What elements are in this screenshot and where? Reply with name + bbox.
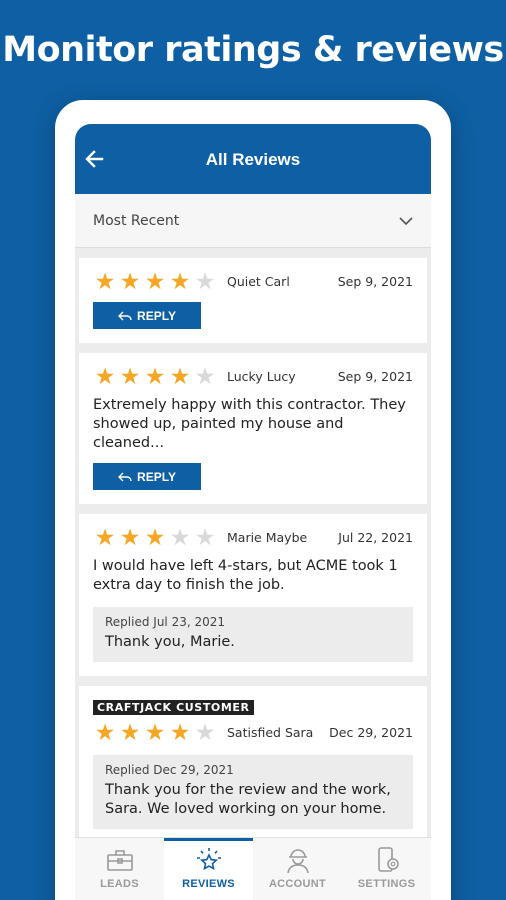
star-icon: ★ <box>169 719 191 745</box>
review-card: ★ ★ ★ ★ ★ Quiet Carl Sep 9, 2021 REPLY <box>79 258 427 343</box>
promo-title: Monitor ratings & reviews <box>2 30 504 70</box>
reply-button-label: REPLY <box>137 469 176 484</box>
sort-dropdown[interactable]: Most Recent <box>75 194 431 248</box>
star-icon: ★ <box>144 719 166 745</box>
star-icon: ★ <box>144 524 166 550</box>
owner-reply: Replied Dec 29, 2021 Thank you for the r… <box>93 755 413 829</box>
star-icon: ★ <box>119 719 141 745</box>
nav-label: LEADS <box>100 878 139 890</box>
app-bar: All Reviews <box>75 124 431 194</box>
nav-reviews[interactable]: REVIEWS <box>164 838 253 900</box>
nav-label: REVIEWS <box>182 878 235 890</box>
nav-label: SETTINGS <box>357 878 416 890</box>
reply-arrow-icon <box>118 472 132 481</box>
app-screen: All Reviews Most Recent ★ ★ ★ ★ ★ Quiet … <box>75 124 431 900</box>
star-icon: ★ <box>169 363 191 389</box>
review-date: Dec 29, 2021 <box>329 724 413 740</box>
worker-icon <box>286 849 309 874</box>
reviewer-name: Quiet Carl <box>227 273 290 289</box>
reviewer-name: Marie Maybe <box>227 529 308 545</box>
page-title: All Reviews <box>205 150 301 169</box>
star-empty-icon: ★ <box>194 268 216 294</box>
reply-date: Replied Jul 23, 2021 <box>105 615 226 629</box>
review-date: Jul 22, 2021 <box>338 529 413 545</box>
sort-selected-value: Most Recent <box>93 213 180 229</box>
star-icon: ★ <box>94 268 116 294</box>
toolbox-icon <box>106 850 133 871</box>
star-empty-icon: ★ <box>194 524 216 550</box>
reply-button[interactable]: REPLY <box>93 463 201 490</box>
star-icon: ★ <box>119 524 141 550</box>
star-icon: ★ <box>94 719 116 745</box>
bottom-nav: LEADS REVIEWS ACCOUNT SETTINGS <box>75 837 431 900</box>
star-icon: ★ <box>94 363 116 389</box>
review-date: Sep 9, 2021 <box>337 273 413 289</box>
star-icon: ★ <box>144 268 166 294</box>
nav-leads[interactable]: LEADS <box>75 838 164 900</box>
review-card: ★ ★ ★ ★ ★ Marie Maybe Jul 22, 2021 I wou… <box>79 514 427 676</box>
phone-gear-icon <box>377 847 399 872</box>
star-rating: ★ ★ ★ ★ ★ <box>93 719 217 745</box>
nav-account[interactable]: ACCOUNT <box>253 838 342 900</box>
star-empty-icon: ★ <box>169 524 191 550</box>
owner-reply: Replied Jul 23, 2021 Thank you, Marie. <box>93 607 413 662</box>
review-text: I would have left 4-stars, but ACME took… <box>93 558 398 593</box>
star-icon: ★ <box>144 363 166 389</box>
star-icon: ★ <box>119 268 141 294</box>
star-icon <box>196 848 221 871</box>
reply-text: Thank you for the review and the work, S… <box>105 782 391 817</box>
star-icon: ★ <box>119 363 141 389</box>
star-icon: ★ <box>169 268 191 294</box>
reply-button[interactable]: REPLY <box>93 302 201 329</box>
reply-arrow-icon <box>118 311 132 320</box>
chevron-down-icon <box>399 217 413 226</box>
nav-settings[interactable]: SETTINGS <box>342 838 431 900</box>
star-rating: ★ ★ ★ ★ ★ <box>93 363 217 389</box>
star-icon: ★ <box>94 524 116 550</box>
reply-date: Replied Dec 29, 2021 <box>105 763 234 777</box>
review-list: ★ ★ ★ ★ ★ Quiet Carl Sep 9, 2021 REPLY ★… <box>75 248 431 893</box>
reply-button-label: REPLY <box>137 308 176 323</box>
nav-label: ACCOUNT <box>268 878 327 890</box>
reply-text: Thank you, Marie. <box>105 634 235 650</box>
star-empty-icon: ★ <box>194 719 216 745</box>
review-date: Sep 9, 2021 <box>337 368 413 384</box>
reviewer-name: Lucky Lucy <box>227 368 296 384</box>
star-empty-icon: ★ <box>194 363 216 389</box>
review-card: CRAFTJACK CUSTOMER ★ ★ ★ ★ ★ Satisfied S… <box>79 686 427 843</box>
review-text: Extremely happy with this contractor. Th… <box>93 397 406 451</box>
review-card: ★ ★ ★ ★ ★ Lucky Lucy Sep 9, 2021 Extreme… <box>79 353 427 504</box>
star-rating: ★ ★ ★ ★ ★ <box>93 268 217 294</box>
customer-badge: CRAFTJACK CUSTOMER <box>93 700 254 715</box>
star-rating: ★ ★ ★ ★ ★ <box>93 524 217 550</box>
phone-frame: All Reviews Most Recent ★ ★ ★ ★ ★ Quiet … <box>55 100 451 900</box>
reviewer-name: Satisfied Sara <box>227 724 314 740</box>
